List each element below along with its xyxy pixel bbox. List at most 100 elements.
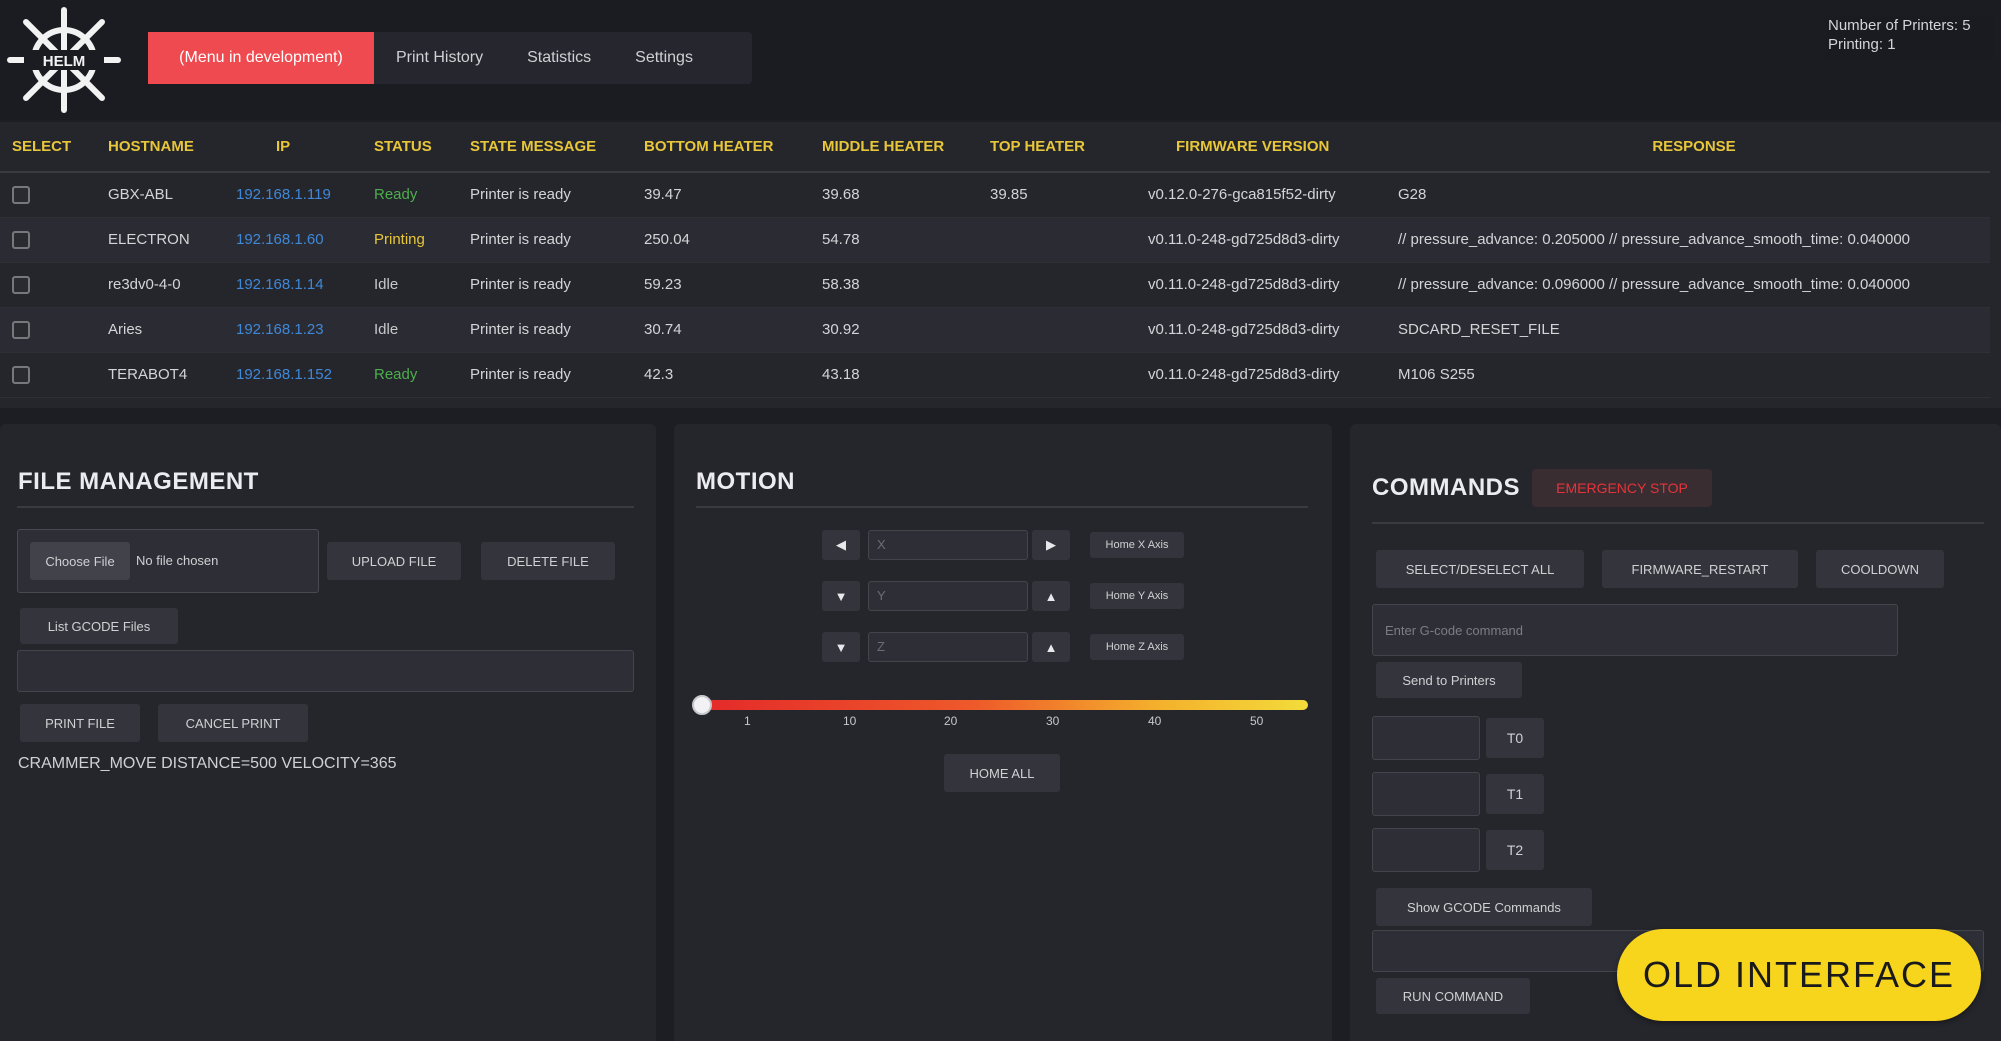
list-gcode-files-button[interactable]: List GCODE Files — [20, 608, 178, 644]
cancel-print-button[interactable]: CANCEL PRINT — [158, 704, 308, 742]
home-x-button[interactable]: Home X Axis — [1090, 532, 1184, 558]
slider-tick: 1 — [744, 714, 751, 728]
col-top-heater[interactable]: TOP HEATER — [978, 122, 1136, 173]
top-heater-cell: 39.85 — [978, 172, 1136, 218]
middle-heater-cell: 58.38 — [810, 262, 978, 308]
col-select[interactable]: SELECT — [0, 122, 96, 173]
arrow-up-icon: ▲ — [1044, 588, 1058, 604]
t1-button[interactable]: T1 — [1486, 774, 1544, 814]
x-distance-input[interactable]: X — [868, 530, 1028, 560]
hostname-cell: TERABOT4 — [96, 352, 224, 398]
response-cell: SDCARD_RESET_FILE — [1386, 307, 1990, 353]
home-all-button[interactable]: HOME ALL — [944, 754, 1060, 792]
home-z-button[interactable]: Home Z Axis — [1090, 634, 1184, 660]
t1-temp-input[interactable] — [1372, 772, 1480, 816]
state-message-cell: Printer is ready — [458, 352, 632, 398]
print-file-button[interactable]: PRINT FILE — [20, 704, 140, 742]
col-hostname[interactable]: HOSTNAME — [96, 122, 224, 173]
row-checkbox[interactable] — [12, 230, 30, 249]
status-cell: Ready — [362, 172, 458, 218]
t2-button[interactable]: T2 — [1486, 830, 1544, 870]
table-row[interactable]: re3dv0-4-0 192.168.1.14 Idle Printer is … — [0, 262, 1990, 308]
cooldown-button[interactable]: COOLDOWN — [1816, 550, 1944, 588]
col-middle-heater[interactable]: MIDDLE HEATER — [810, 122, 978, 173]
run-command-button[interactable]: RUN COMMAND — [1376, 978, 1530, 1014]
top-heater-cell — [978, 352, 1136, 398]
z-plus-button[interactable]: ▲ — [1032, 632, 1070, 662]
file-picker[interactable]: Choose File No file chosen — [17, 529, 319, 593]
state-message-cell: Printer is ready — [458, 172, 632, 218]
table-row[interactable]: TERABOT4 192.168.1.152 Ready Printer is … — [0, 352, 1990, 398]
table-row[interactable]: Aries 192.168.1.23 Idle Printer is ready… — [0, 307, 1990, 353]
choose-file-button[interactable]: Choose File — [30, 542, 130, 580]
z-distance-input[interactable]: Z — [868, 632, 1028, 662]
gcode-command-input[interactable]: Enter G-code command — [1372, 604, 1898, 656]
nav-statistics[interactable]: Statistics — [505, 32, 613, 84]
y-minus-button[interactable]: ▼ — [822, 581, 860, 611]
t0-button[interactable]: T0 — [1486, 718, 1544, 758]
table-row[interactable]: GBX-ABL 192.168.1.119 Ready Printer is r… — [0, 172, 1990, 218]
row-checkbox[interactable] — [12, 275, 30, 294]
x-plus-button[interactable]: ▶ — [1032, 530, 1070, 560]
divider — [17, 506, 634, 508]
hostname-cell: ELECTRON — [96, 217, 224, 263]
col-bottom-heater[interactable]: BOTTOM HEATER — [632, 122, 810, 173]
status-cell: Idle — [362, 262, 458, 308]
firmware-cell: v0.11.0-248-gd725d8d3-dirty — [1136, 352, 1386, 398]
nav-print-history[interactable]: Print History — [374, 32, 505, 84]
gcode-file-select[interactable] — [17, 650, 634, 692]
col-state-message[interactable]: STATE MESSAGE — [458, 122, 632, 173]
file-management-panel: FILE MANAGEMENT Choose File No file chos… — [0, 424, 656, 1041]
slider-tick: 20 — [944, 714, 958, 728]
ip-link[interactable]: 192.168.1.152 — [224, 352, 362, 398]
show-gcode-commands-button[interactable]: Show GCODE Commands — [1376, 888, 1592, 926]
home-y-button[interactable]: Home Y Axis — [1090, 583, 1184, 609]
row-checkbox[interactable] — [12, 320, 30, 339]
motion-panel: MOTION ◀ X ▶ Home X Axis ▼ Y ▲ Home Y Ax… — [674, 424, 1332, 1041]
speed-slider-handle[interactable] — [692, 695, 712, 715]
divider — [1372, 522, 1984, 524]
printers-table-panel: SELECT HOSTNAME IP STATUS STATE MESSAGE … — [0, 122, 2001, 408]
hostname-cell: Aries — [96, 307, 224, 353]
col-status[interactable]: STATUS — [362, 122, 458, 173]
bottom-heater-cell: 250.04 — [632, 217, 810, 263]
y-plus-button[interactable]: ▲ — [1032, 581, 1070, 611]
nav-menu-in-development[interactable]: (Menu in development) — [148, 32, 374, 84]
row-checkbox[interactable] — [12, 365, 30, 384]
emergency-stop-button[interactable]: EMERGENCY STOP — [1532, 469, 1712, 507]
divider — [696, 506, 1308, 508]
col-response[interactable]: RESPONSE — [1386, 122, 1990, 173]
delete-file-button[interactable]: DELETE FILE — [481, 542, 615, 580]
bottom-heater-cell: 39.47 — [632, 172, 810, 218]
slider-tick: 40 — [1148, 714, 1162, 728]
ip-link[interactable]: 192.168.1.14 — [224, 262, 362, 308]
slider-tick: 30 — [1046, 714, 1060, 728]
ip-link[interactable]: 192.168.1.119 — [224, 172, 362, 218]
bottom-heater-cell: 42.3 — [632, 352, 810, 398]
response-cell: // pressure_advance: 0.096000 // pressur… — [1386, 262, 1990, 308]
firmware-restart-button[interactable]: FIRMWARE_RESTART — [1602, 550, 1798, 588]
no-file-label: No file chosen — [136, 553, 219, 568]
row-checkbox[interactable] — [12, 185, 30, 204]
svg-text:HELM: HELM — [43, 53, 86, 70]
ip-link[interactable]: 192.168.1.60 — [224, 217, 362, 263]
bottom-heater-cell: 30.74 — [632, 307, 810, 353]
upload-file-button[interactable]: UPLOAD FILE — [327, 542, 461, 580]
z-minus-button[interactable]: ▼ — [822, 632, 860, 662]
status-cell: Ready — [362, 352, 458, 398]
t0-temp-input[interactable] — [1372, 716, 1480, 760]
x-minus-button[interactable]: ◀ — [822, 530, 860, 560]
helm-logo[interactable]: HELM — [2, 4, 126, 116]
y-distance-input[interactable]: Y — [868, 581, 1028, 611]
col-ip[interactable]: IP — [224, 122, 362, 173]
t2-temp-input[interactable] — [1372, 828, 1480, 872]
table-row[interactable]: ELECTRON 192.168.1.60 Printing Printer i… — [0, 217, 1990, 263]
send-to-printers-button[interactable]: Send to Printers — [1376, 662, 1522, 698]
printers-table: SELECT HOSTNAME IP STATUS STATE MESSAGE … — [0, 122, 1990, 398]
select-all-button[interactable]: SELECT/DESELECT ALL — [1376, 550, 1584, 588]
col-firmware-version[interactable]: FIRMWARE VERSION — [1136, 122, 1386, 173]
ip-link[interactable]: 192.168.1.23 — [224, 307, 362, 353]
speed-slider-track[interactable] — [704, 700, 1308, 710]
nav-settings[interactable]: Settings — [613, 32, 715, 84]
arrow-right-icon: ▶ — [1046, 537, 1056, 552]
